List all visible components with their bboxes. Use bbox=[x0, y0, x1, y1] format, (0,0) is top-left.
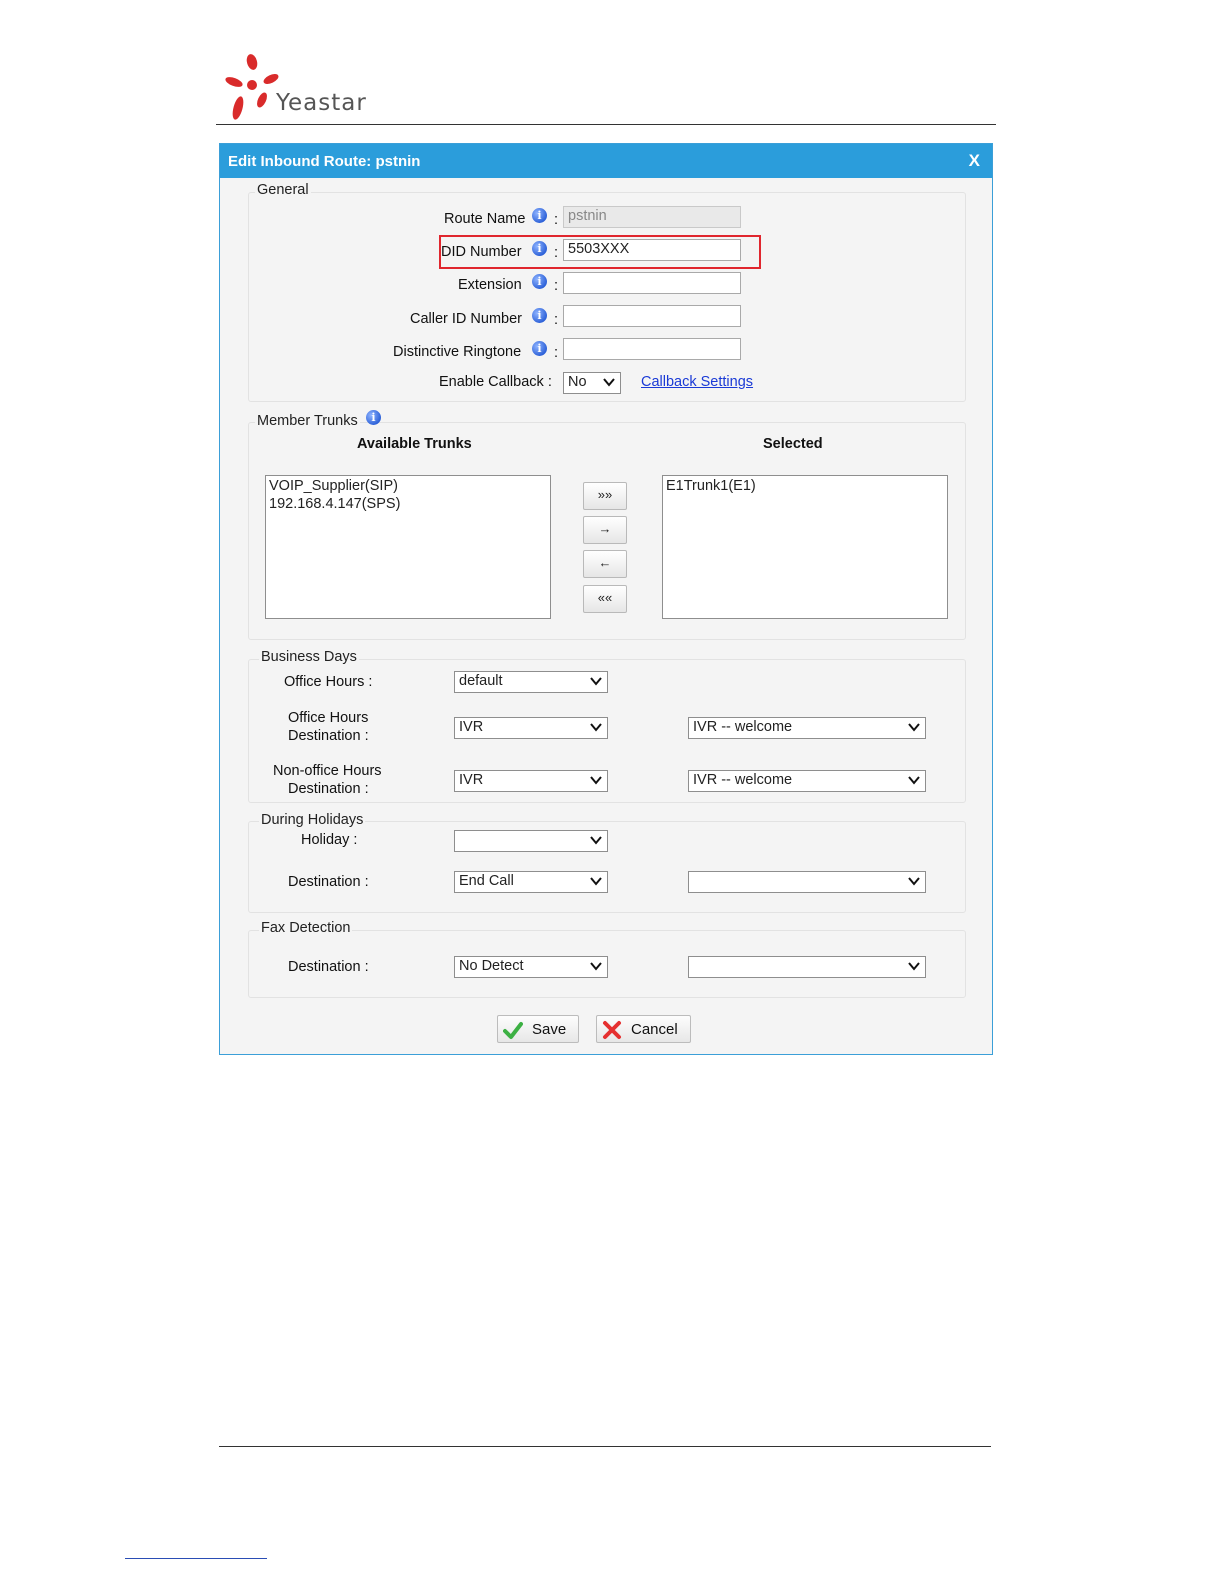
chevron-down-icon bbox=[589, 874, 603, 888]
chevron-down-icon bbox=[907, 959, 921, 973]
chevron-down-icon bbox=[907, 874, 921, 888]
did-number-label: DID Number bbox=[441, 244, 522, 260]
fax-detection-legend: Fax Detection bbox=[259, 920, 353, 936]
colon: : bbox=[554, 212, 559, 228]
route-name-input[interactable]: pstnin bbox=[563, 206, 741, 228]
caller-id-number-input[interactable] bbox=[563, 305, 741, 327]
header-divider bbox=[216, 124, 996, 125]
caller-id-number-label: Caller ID Number bbox=[410, 311, 522, 327]
cancel-label: Cancel bbox=[631, 1021, 678, 1038]
yeastar-logo-icon bbox=[222, 52, 284, 124]
member-trunks-legend: Member Trunks bbox=[255, 413, 360, 429]
dialog-titlebar[interactable]: Edit Inbound Route: pstnin X bbox=[220, 144, 992, 178]
fax-destination-type-select[interactable]: No Detect bbox=[454, 956, 608, 978]
remove-all-button[interactable]: «« bbox=[583, 585, 627, 613]
fax-destination-target-select[interactable] bbox=[688, 956, 926, 978]
holidays-legend: During Holidays bbox=[259, 812, 366, 828]
holiday-label: Holiday : bbox=[301, 832, 358, 848]
holiday-destination-type-select[interactable]: End Call bbox=[454, 871, 608, 893]
holiday-destination-label: Destination : bbox=[288, 874, 369, 890]
save-label: Save bbox=[532, 1021, 567, 1038]
office-hours-destination-target-value: IVR -- welcome bbox=[693, 719, 793, 735]
chevron-down-icon bbox=[589, 674, 603, 688]
route-name-label: Route Name bbox=[444, 211, 526, 227]
office-hours-destination-label-line1: Office Hours bbox=[288, 710, 369, 726]
office-hours-value: default bbox=[459, 673, 503, 689]
did-number-input[interactable]: 5503XXX bbox=[563, 239, 741, 261]
chevron-down-icon bbox=[907, 720, 921, 734]
non-office-hours-destination-target-value: IVR -- welcome bbox=[693, 772, 793, 788]
office-hours-select[interactable]: default bbox=[454, 671, 608, 693]
extension-input[interactable] bbox=[563, 272, 741, 294]
fax-destination-label: Destination : bbox=[288, 959, 369, 975]
non-office-hours-destination-type-value: IVR bbox=[459, 772, 484, 788]
non-office-hours-destination-label-line2: Destination : bbox=[288, 781, 369, 797]
cancel-button[interactable]: Cancel bbox=[596, 1015, 691, 1043]
brand-name: Yeastar bbox=[276, 90, 367, 116]
holiday-destination-type-value: End Call bbox=[459, 873, 514, 889]
enable-callback-select[interactable]: No bbox=[563, 372, 621, 394]
chevron-down-icon bbox=[602, 375, 616, 389]
colon: : bbox=[554, 245, 559, 261]
dialog-title: Edit Inbound Route: pstnin bbox=[228, 153, 421, 170]
callback-settings-link[interactable]: Callback Settings bbox=[641, 374, 753, 390]
remove-button[interactable]: ← bbox=[583, 550, 627, 578]
distinctive-ringtone-label: Distinctive Ringtone bbox=[393, 344, 522, 360]
non-office-hours-destination-type-select[interactable]: IVR bbox=[454, 770, 608, 792]
chevron-down-icon bbox=[907, 773, 921, 787]
general-legend: General bbox=[255, 182, 311, 198]
ringtone-info-icon[interactable]: i bbox=[532, 341, 547, 356]
extension-info-icon[interactable]: i bbox=[532, 274, 547, 289]
office-hours-destination-type-select[interactable]: IVR bbox=[454, 717, 608, 739]
footer-link-underline bbox=[125, 1558, 267, 1559]
colon: : bbox=[554, 312, 559, 328]
list-item[interactable]: 192.168.4.147(SPS) bbox=[269, 495, 547, 513]
selected-trunks-header: Selected bbox=[763, 436, 823, 452]
close-button[interactable]: X bbox=[969, 151, 980, 171]
add-all-button[interactable]: »» bbox=[583, 482, 627, 510]
chevron-down-icon bbox=[589, 959, 603, 973]
add-button[interactable]: → bbox=[583, 516, 627, 544]
list-item[interactable]: VOIP_Supplier(SIP) bbox=[269, 477, 547, 495]
office-hours-label: Office Hours : bbox=[284, 674, 373, 690]
non-office-hours-destination-label-line1: Non-office Hours bbox=[273, 763, 382, 779]
fax-destination-type-value: No Detect bbox=[459, 958, 524, 974]
extension-label: Extension bbox=[458, 277, 522, 293]
selected-trunks-list[interactable]: E1Trunk1(E1) bbox=[662, 475, 948, 619]
available-trunks-list[interactable]: VOIP_Supplier(SIP) 192.168.4.147(SPS) bbox=[265, 475, 551, 619]
chevron-down-icon bbox=[589, 720, 603, 734]
footer-divider bbox=[219, 1446, 991, 1447]
office-hours-destination-type-value: IVR bbox=[459, 719, 484, 735]
chevron-down-icon bbox=[589, 833, 603, 847]
member-trunks-info-icon[interactable]: i bbox=[366, 410, 381, 425]
colon: : bbox=[554, 278, 559, 294]
enable-callback-label: Enable Callback : bbox=[439, 374, 552, 390]
chevron-down-icon bbox=[589, 773, 603, 787]
save-button[interactable]: Save bbox=[497, 1015, 579, 1043]
edit-inbound-route-dialog: Edit Inbound Route: pstnin X General Rou… bbox=[219, 143, 993, 1055]
available-trunks-header: Available Trunks bbox=[357, 436, 472, 452]
business-days-legend: Business Days bbox=[259, 649, 359, 665]
non-office-hours-destination-target-select[interactable]: IVR -- welcome bbox=[688, 770, 926, 792]
caller-id-info-icon[interactable]: i bbox=[532, 308, 547, 323]
office-hours-destination-label-line2: Destination : bbox=[288, 728, 369, 744]
did-number-info-icon[interactable]: i bbox=[532, 241, 547, 256]
distinctive-ringtone-input[interactable] bbox=[563, 338, 741, 360]
route-name-info-icon[interactable]: i bbox=[532, 208, 547, 223]
close-icon bbox=[602, 1020, 622, 1040]
colon: : bbox=[554, 345, 559, 361]
holiday-select[interactable] bbox=[454, 830, 608, 852]
checkmark-icon bbox=[503, 1020, 523, 1040]
list-item[interactable]: E1Trunk1(E1) bbox=[666, 477, 944, 495]
enable-callback-value: No bbox=[568, 374, 587, 390]
office-hours-destination-target-select[interactable]: IVR -- welcome bbox=[688, 717, 926, 739]
holiday-destination-target-select[interactable] bbox=[688, 871, 926, 893]
